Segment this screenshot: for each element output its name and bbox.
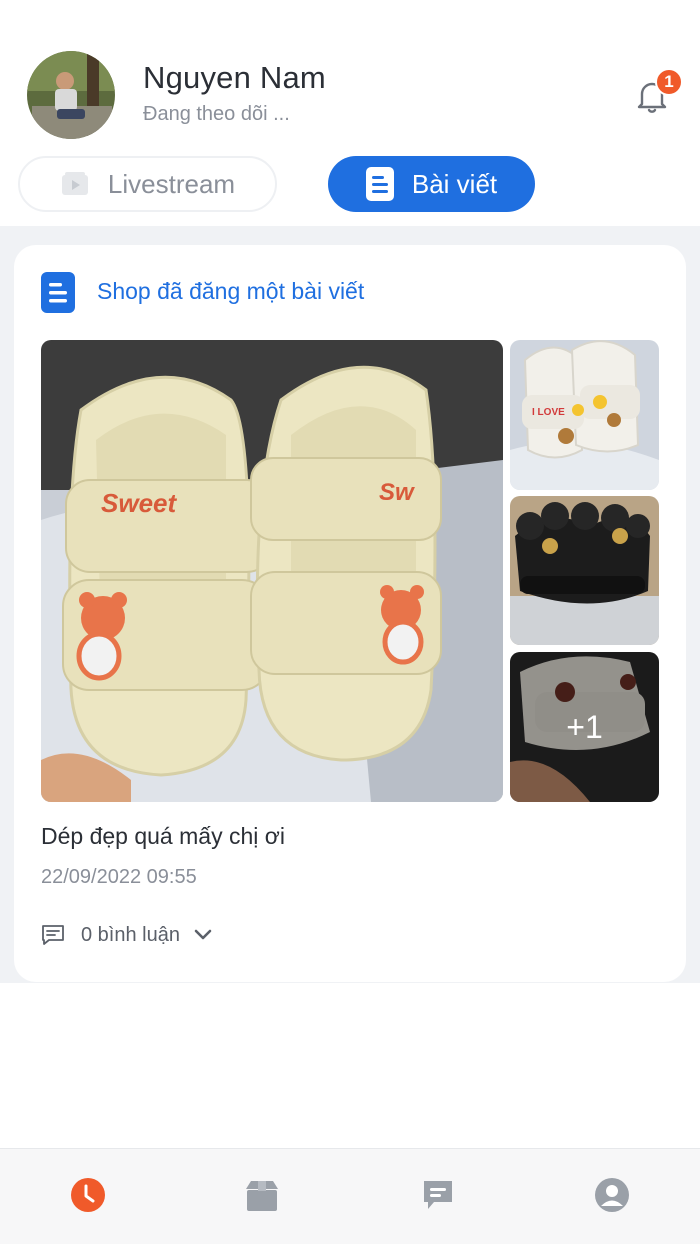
tab-bai-viet[interactable]: Bài viết <box>328 156 535 212</box>
post-caption: Dép đẹp quá mấy chị ơi <box>41 823 285 849</box>
chevron-down-icon <box>192 924 214 946</box>
box-icon[interactable] <box>242 1175 282 1215</box>
avatar[interactable] <box>27 51 115 139</box>
post-date: 22/09/2022 09:55 <box>41 866 197 888</box>
post-image-thumb[interactable] <box>510 496 659 645</box>
chat-icon[interactable] <box>418 1175 458 1215</box>
more-images-count: +1 <box>566 708 603 745</box>
post-image-main[interactable]: Sweet Sw <box>41 340 503 802</box>
more-images-overlay[interactable]: +1 <box>510 652 659 802</box>
tab-livestream-label: Livestream <box>107 168 236 199</box>
video-icon <box>60 171 90 197</box>
post-image-thumb[interactable]: I LOVE <box>510 340 659 490</box>
profile-icon[interactable] <box>592 1175 632 1215</box>
svg-text:Sweet: Sweet <box>101 488 177 518</box>
tab-livestream[interactable]: Livestream <box>18 156 277 212</box>
tab-bai-viet-label: Bài viết <box>411 168 498 199</box>
notification-badge: 1 <box>655 68 683 96</box>
bottom-nav <box>0 1148 700 1244</box>
feed: Shop đã đăng một bài viết Sweet Sw I LOV… <box>0 226 700 983</box>
comments-count: 0 bình luận <box>81 923 180 946</box>
svg-text:Sw: Sw <box>379 479 415 506</box>
svg-text:I LOVE: I LOVE <box>532 407 565 418</box>
post-header: Shop đã đăng một bài viết <box>97 278 365 304</box>
document-icon <box>41 272 75 313</box>
comments-toggle[interactable]: 0 bình luận <box>41 923 214 947</box>
post-card[interactable]: Shop đã đăng một bài viết Sweet Sw I LOV… <box>14 245 686 982</box>
clock-icon[interactable] <box>68 1175 108 1215</box>
post-image-thumb[interactable]: +1 <box>510 652 659 802</box>
comment-icon <box>41 923 65 947</box>
follow-status: Đang theo dõi ... <box>143 103 290 125</box>
user-name: Nguyen Nam <box>143 60 326 95</box>
document-icon <box>365 167 394 201</box>
profile-header: Nguyen Nam Đang theo dõi ... 1 Livestrea… <box>0 0 700 226</box>
